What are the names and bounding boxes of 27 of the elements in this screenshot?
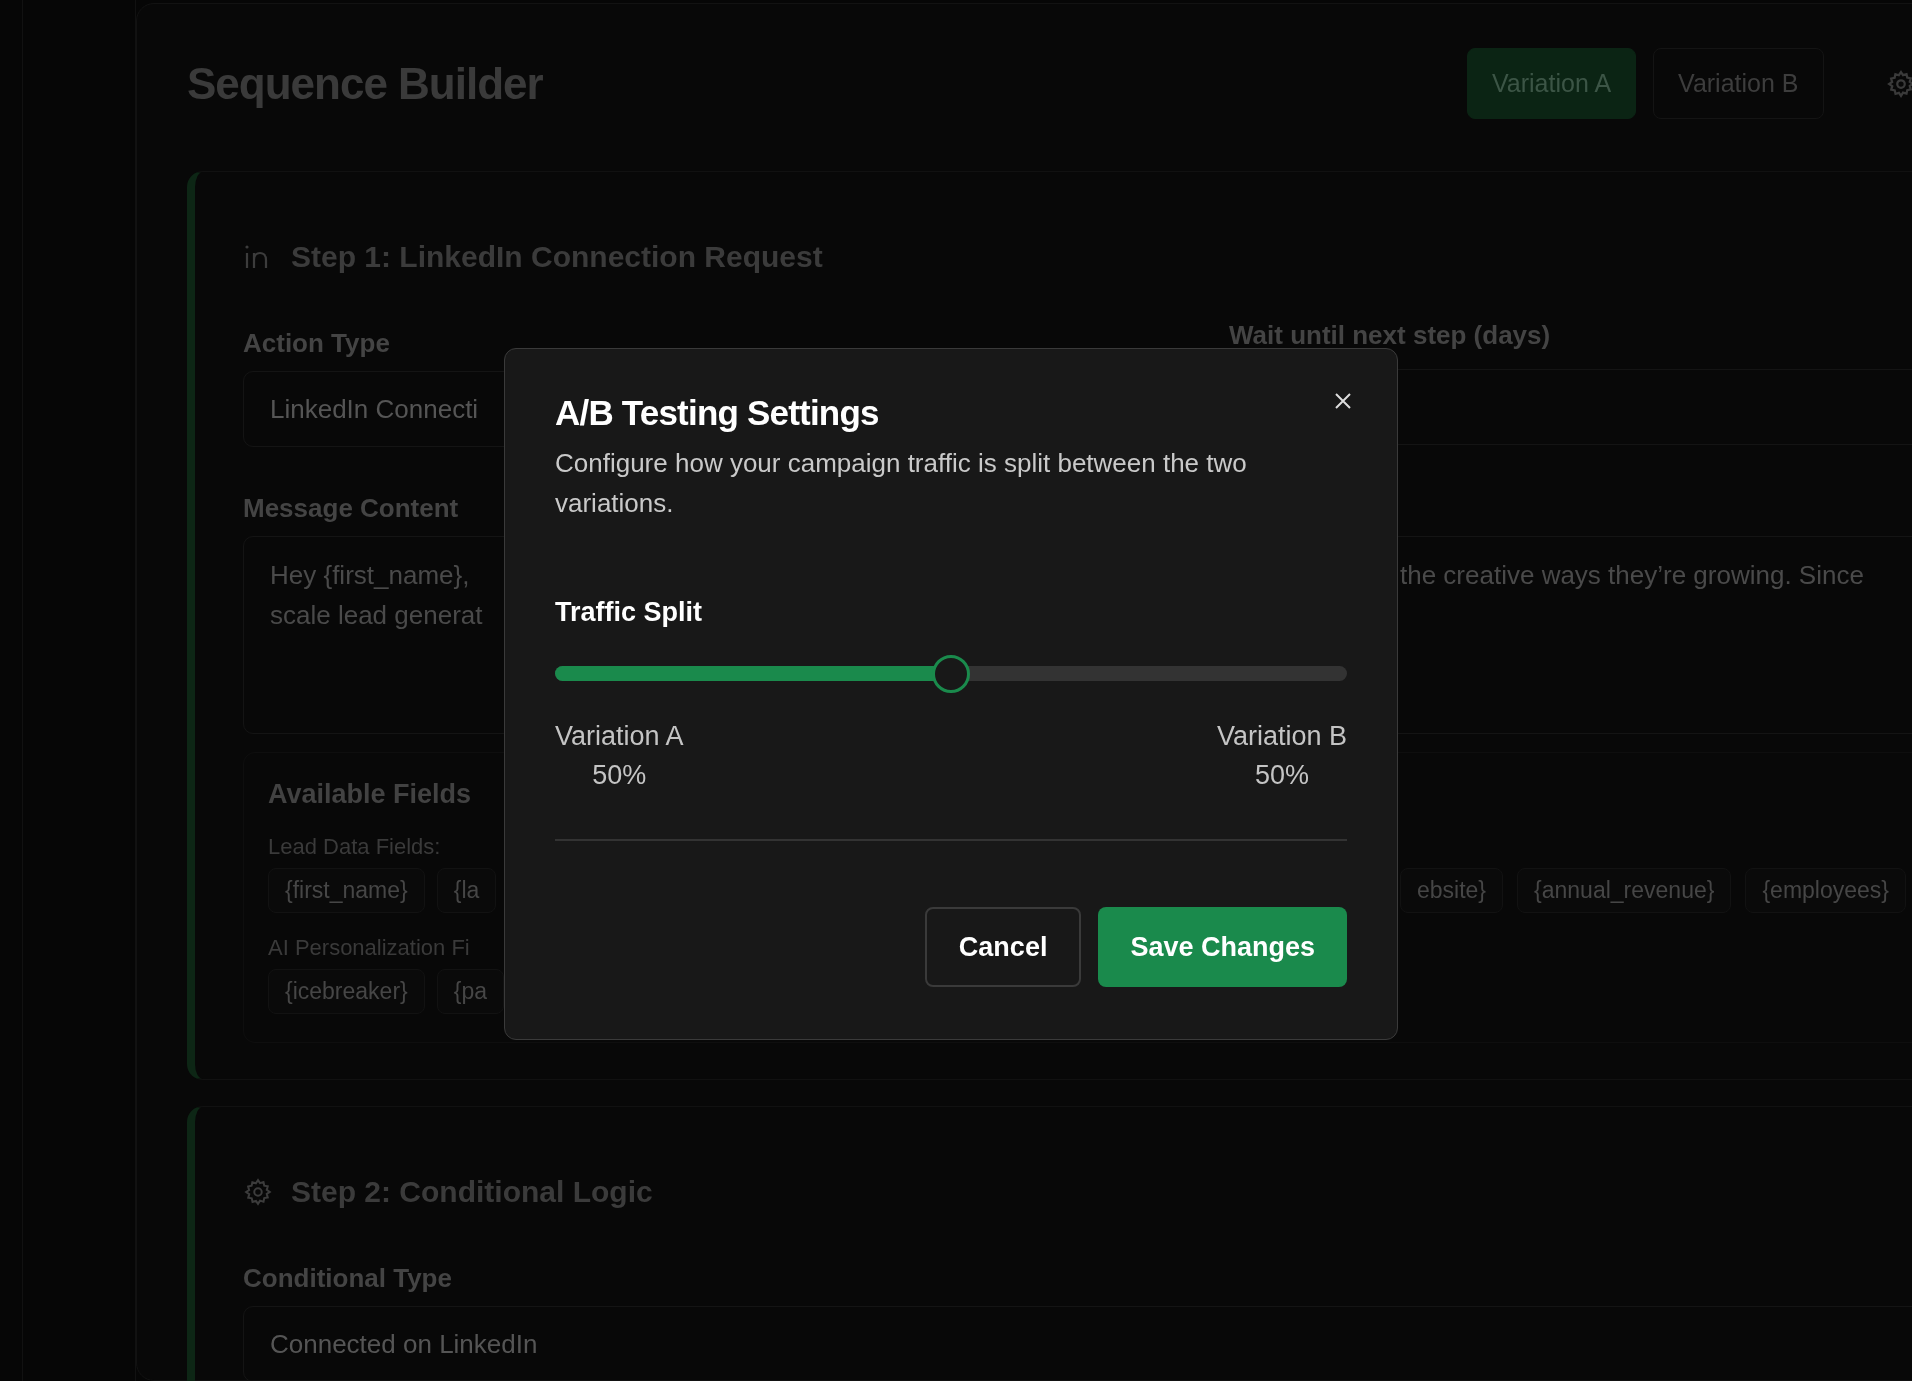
close-icon — [1333, 391, 1353, 411]
field-chip[interactable]: {pa — [436, 969, 504, 1014]
gear-icon — [243, 1177, 273, 1207]
field-chip[interactable]: {employees} — [1745, 868, 1906, 913]
field-label: Action Type — [243, 328, 390, 359]
variation-name: Variation A — [555, 721, 684, 752]
field-label: Conditional Type — [243, 1263, 452, 1294]
cancel-button[interactable]: Cancel — [924, 907, 1082, 987]
panel-title: Available Fields — [268, 779, 472, 810]
field-chip[interactable]: {la — [436, 868, 497, 913]
dialog-description: Configure how your campaign traffic is split between the two variations. — [555, 447, 1248, 520]
slider-label: Traffic Split — [555, 597, 703, 628]
field-label: Message Content — [243, 493, 459, 524]
dialog-title: A/B Testing Settings — [555, 393, 879, 433]
field-chip[interactable]: ebsite} — [1400, 868, 1504, 913]
field-chip[interactable]: {annual_revenue} — [1517, 868, 1732, 913]
variation-percent: 50% — [1254, 760, 1309, 791]
slider-thumb[interactable] — [932, 654, 970, 693]
field-label: Wait until next step (days) — [1229, 320, 1551, 351]
message-text: scale lead generat — [270, 599, 483, 632]
variation-percent: 50% — [592, 760, 647, 791]
message-text: Hey {first_name}, — [270, 559, 470, 592]
variation-name: Variation B — [1216, 721, 1347, 752]
save-button[interactable]: Save Changes — [1098, 907, 1347, 987]
field-chip[interactable]: {first_name} — [268, 868, 425, 913]
message-text: the creative ways they’re growing. Since — [1400, 559, 1864, 592]
field-chip[interactable]: {icebreaker} — [268, 969, 425, 1014]
